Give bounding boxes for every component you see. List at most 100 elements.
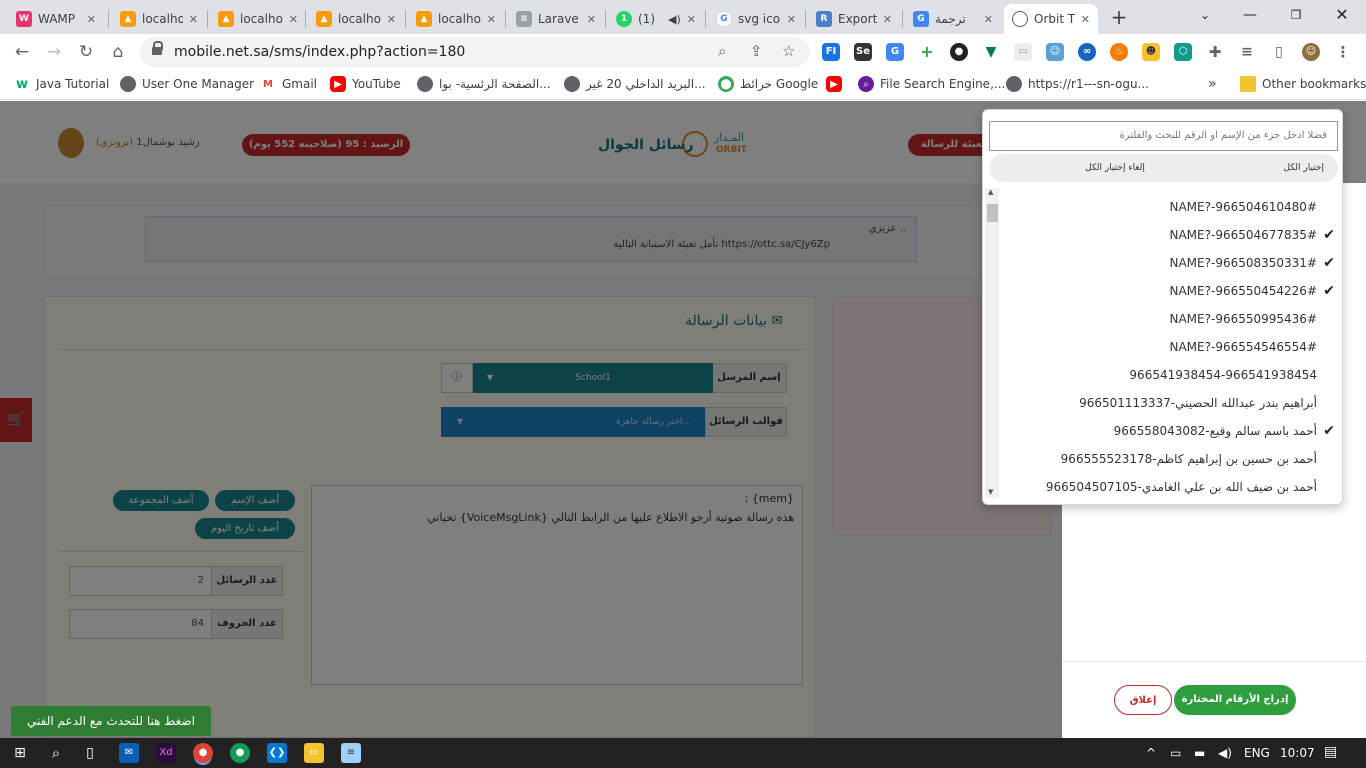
- chrome-alt-icon[interactable]: ●: [230, 743, 250, 763]
- clock[interactable]: 10:07: [1280, 746, 1315, 760]
- close-tab-icon[interactable]: ✕: [289, 13, 298, 26]
- task-view-icon[interactable]: ▯: [80, 743, 100, 763]
- contact-option[interactable]: أحمد بن حسين بن إبراهيم كاظم-96655552317…: [1013, 445, 1317, 473]
- vscode-icon[interactable]: ❮❯: [267, 743, 287, 763]
- contact-option[interactable]: 966541938454-966541938454: [1013, 361, 1317, 389]
- tray-chevron-icon[interactable]: ^: [1146, 746, 1156, 760]
- close-tab-icon[interactable]: ✕: [587, 13, 596, 26]
- extension-dots-icon[interactable]: ●: [950, 43, 968, 61]
- minimize-button[interactable]: —: [1230, 4, 1270, 26]
- contacts-search-input[interactable]: فضلا ادخل جزء من الإسم او الرقم للبحث وا…: [989, 121, 1338, 151]
- extension-plus-icon[interactable]: +: [918, 43, 936, 61]
- battery-icon[interactable]: ▬: [1194, 746, 1205, 760]
- browser-tab[interactable]: G svg ico ✕: [708, 4, 804, 34]
- lock-icon[interactable]: [152, 41, 163, 57]
- other-bookmarks[interactable]: Other bookmarks: [1240, 76, 1366, 92]
- extension-figure-icon[interactable]: ☻: [1142, 43, 1160, 61]
- bookmark-item[interactable]: البريد الداخلي 20 غير...: [564, 76, 706, 92]
- close-tab-icon[interactable]: ✕: [984, 13, 993, 26]
- extension-v-icon[interactable]: ▼: [982, 43, 1000, 61]
- close-tab-icon[interactable]: ✕: [883, 13, 892, 26]
- select-all-button[interactable]: إختيار الكل: [1284, 163, 1324, 173]
- extension-fi-icon[interactable]: FI: [822, 43, 840, 61]
- notepad-icon[interactable]: ≡: [341, 743, 361, 763]
- speaker-icon[interactable]: ◀): [668, 13, 681, 26]
- menu-kebab-icon[interactable]: ⋮: [1334, 43, 1352, 61]
- share-icon[interactable]: ⇪: [750, 42, 763, 60]
- contact-option[interactable]: NAME?-966554546554#: [1013, 333, 1318, 361]
- bookmark-item[interactable]: ▶ YouTube: [330, 76, 401, 92]
- close-tab-icon[interactable]: ✕: [787, 13, 796, 26]
- url-text[interactable]: mobile.net.sa/sms/index.php?action=180: [174, 44, 465, 60]
- volume-icon[interactable]: ◀): [1218, 746, 1232, 760]
- file-explorer-icon[interactable]: ▭: [304, 743, 324, 763]
- extension-hex-icon[interactable]: ⬡: [1174, 43, 1192, 61]
- bookmark-item[interactable]: w Java Tutorial: [14, 76, 109, 92]
- contact-option[interactable]: NAME?-966504610480#: [1013, 193, 1318, 221]
- extension-fire-icon[interactable]: ♨: [1110, 43, 1128, 61]
- close-tab-icon[interactable]: ✕: [189, 13, 198, 26]
- reload-button[interactable]: ↻: [74, 40, 98, 64]
- home-button[interactable]: ⌂: [106, 40, 130, 64]
- contact-option[interactable]: أبراهيم بندر عبدالله الحصيني-96650111333…: [1013, 389, 1317, 417]
- scroll-down-icon[interactable]: ▼: [988, 488, 993, 496]
- side-panel-icon[interactable]: ▯: [1270, 43, 1288, 61]
- browser-tab[interactable]: ▲ localho ✕: [210, 4, 306, 34]
- close-tab-icon[interactable]: ✕: [1081, 13, 1090, 26]
- extension-loop-icon[interactable]: ∞: [1078, 43, 1096, 61]
- scrollbar[interactable]: ▲ ▼: [985, 188, 999, 498]
- close-window-button[interactable]: ✕: [1322, 4, 1362, 26]
- adobe-xd-icon[interactable]: Xd: [156, 743, 176, 763]
- close-tab-icon[interactable]: ✕: [387, 13, 396, 26]
- extension-robot-icon[interactable]: ☺: [1046, 43, 1064, 61]
- profile-avatar[interactable]: ☺: [1302, 43, 1320, 61]
- contact-option[interactable]: NAME?-966550454226# ✔: [1013, 277, 1336, 305]
- mail-icon[interactable]: ✉: [119, 743, 139, 763]
- back-button[interactable]: ←: [10, 40, 34, 64]
- bookmark-item[interactable]: ⬤ خرائط Google: [718, 76, 818, 92]
- bookmark-star-icon[interactable]: ☆: [782, 42, 795, 60]
- restore-button[interactable]: ❐: [1276, 4, 1316, 26]
- browser-tab[interactable]: 1 (1) ◀) ✕: [608, 4, 704, 34]
- bookmark-item[interactable]: https://r1---sn-ogu...: [1006, 76, 1149, 92]
- close-tab-icon[interactable]: ✕: [687, 13, 696, 26]
- bookmark-item[interactable]: الصفحة الرئسية- بوا...: [417, 76, 551, 92]
- chrome-icon[interactable]: ●: [193, 743, 213, 763]
- support-chat-button[interactable]: اضغط هنا للتحدث مع الدعم الفني: [11, 706, 211, 736]
- notifications-icon[interactable]: ▤: [1324, 744, 1337, 760]
- bookmark-item[interactable]: M Gmail: [260, 76, 317, 92]
- contact-option[interactable]: NAME?-966508350331# ✔: [1013, 249, 1336, 277]
- scrollbar-thumb[interactable]: [987, 204, 998, 222]
- close-tab-icon[interactable]: ✕: [87, 13, 96, 26]
- extension-se-icon[interactable]: Se: [854, 43, 872, 61]
- close-modal-button[interactable]: إغلاق: [1114, 685, 1172, 715]
- browser-tab[interactable]: W WAMP ✕: [8, 4, 104, 34]
- browser-tab[interactable]: G ترجمة ✕: [905, 4, 1001, 34]
- bookmarks-more-button[interactable]: »: [1208, 76, 1217, 92]
- language-indicator[interactable]: ENG: [1244, 746, 1270, 760]
- bookmark-item[interactable]: ▶: [826, 76, 848, 92]
- insert-selected-button[interactable]: إدراج الأرقام المختارة: [1174, 685, 1296, 715]
- search-icon[interactable]: ⌕: [46, 743, 66, 763]
- extension-translate-icon[interactable]: G: [886, 43, 904, 61]
- new-tab-button[interactable]: +: [1108, 6, 1130, 28]
- bookmark-item[interactable]: User One Manager: [120, 76, 254, 92]
- close-tab-icon[interactable]: ✕: [487, 13, 496, 26]
- extensions-puzzle-icon[interactable]: ✚: [1206, 43, 1224, 61]
- zoom-search-icon[interactable]: ⌕: [718, 42, 726, 60]
- contact-option[interactable]: NAME?-966550995436#: [1013, 305, 1318, 333]
- network-icon[interactable]: ▭: [1170, 746, 1181, 760]
- contact-option[interactable]: أحمد بن ضيف الله بن علي الغامدي-96650450…: [1013, 473, 1317, 501]
- tab-search-icon[interactable]: ⌄: [1185, 4, 1225, 26]
- bookmark-item[interactable]: ⌕ File Search Engine,...: [858, 76, 1005, 92]
- browser-tab[interactable]: ▲ localho ✕: [308, 4, 404, 34]
- forward-button[interactable]: →: [42, 40, 66, 64]
- browser-tab[interactable]: R Export ✕: [808, 4, 900, 34]
- scroll-up-icon[interactable]: ▲: [988, 188, 993, 196]
- browser-tab-active[interactable]: Orbit T ✕: [1004, 4, 1098, 34]
- deselect-all-button[interactable]: إلغاء إختيار الكل: [1085, 163, 1145, 173]
- browser-tab[interactable]: ≡ Larave ✕: [508, 4, 604, 34]
- start-icon[interactable]: ⊞: [10, 743, 30, 763]
- contact-option[interactable]: NAME?-966504677835# ✔: [1013, 221, 1336, 249]
- address-bar[interactable]: mobile.net.sa/sms/index.php?action=180 ⌕…: [140, 37, 810, 67]
